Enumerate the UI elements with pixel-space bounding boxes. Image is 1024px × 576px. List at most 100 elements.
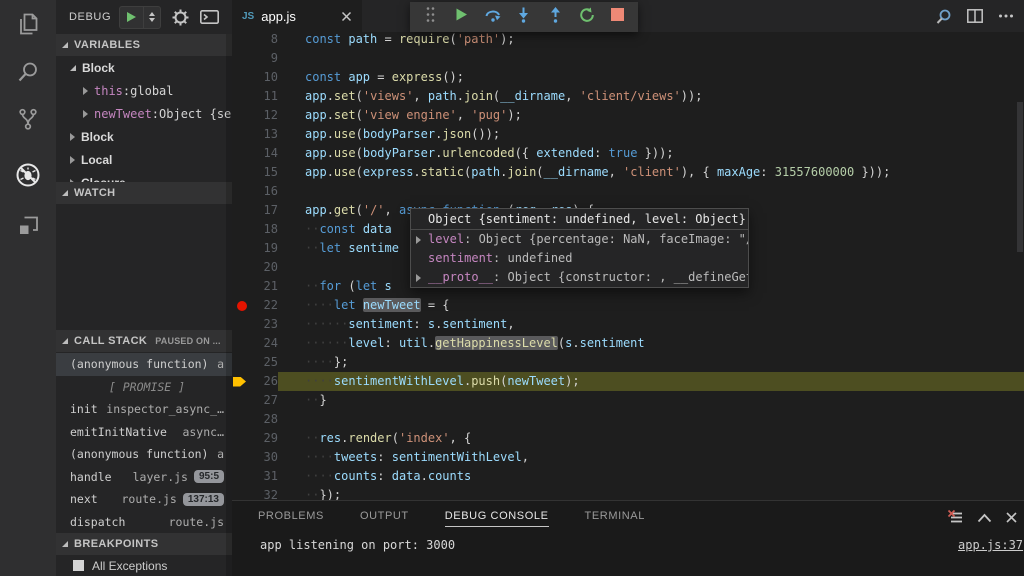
scope-row[interactable]: Block — [56, 56, 232, 79]
editor[interactable]: 8const path = require('path');910const a… — [232, 32, 1024, 500]
breakpoint-gutter[interactable] — [232, 163, 248, 182]
breakpoint-gutter[interactable] — [232, 106, 248, 125]
clear-console-icon[interactable] — [947, 509, 964, 526]
code-text[interactable]: ······sentiment: s.sentiment, — [278, 315, 1024, 334]
line-number[interactable]: 26 — [248, 372, 278, 391]
maximize-panel-icon[interactable] — [977, 513, 992, 523]
launch-config-picker[interactable] — [119, 6, 161, 29]
breakpoints-section-header[interactable]: BREAKPOINTS — [56, 533, 232, 555]
code-text[interactable]: ··}); — [278, 486, 1024, 500]
line-number[interactable]: 20 — [248, 258, 278, 277]
console-source-link[interactable]: app.js:37 — [958, 538, 1023, 552]
activity-debug[interactable] — [0, 152, 56, 198]
breakpoint-gutter[interactable] — [232, 258, 248, 277]
toolbar-drag-handle[interactable] — [420, 5, 440, 29]
scope-row[interactable]: Local — [56, 148, 232, 171]
line-number[interactable]: 27 — [248, 391, 278, 410]
line-number[interactable]: 24 — [248, 334, 278, 353]
code-text[interactable]: app.set('view engine', 'pug'); — [278, 106, 1024, 125]
editor-search-icon[interactable] — [935, 8, 952, 25]
breakpoint-gutter[interactable] — [232, 49, 248, 68]
line-number[interactable]: 30 — [248, 448, 278, 467]
breakpoint-gutter[interactable] — [232, 277, 248, 296]
step-over-button[interactable] — [483, 5, 503, 29]
line-number[interactable]: 14 — [248, 144, 278, 163]
line-number[interactable]: 9 — [248, 49, 278, 68]
step-out-button[interactable] — [545, 5, 565, 29]
breakpoint-gutter[interactable] — [232, 410, 248, 429]
line-number[interactable]: 29 — [248, 429, 278, 448]
code-text[interactable]: ····tweets: sentimentWithLevel, — [278, 448, 1024, 467]
step-into-button[interactable] — [514, 5, 534, 29]
call-stack-section-header[interactable]: CALL STACK PAUSED ON ... — [56, 330, 232, 352]
breakpoint-gutter[interactable] — [232, 448, 248, 467]
line-number[interactable]: 8 — [248, 32, 278, 49]
panel-tab-output[interactable]: OUTPUT — [360, 510, 409, 527]
editor-scrollbar[interactable] — [1017, 102, 1023, 252]
call-stack-frame[interactable]: handlelayer.js95:5 — [56, 466, 232, 489]
breakpoint-gutter[interactable] — [232, 201, 248, 220]
breakpoint-gutter[interactable] — [232, 486, 248, 500]
panel-tab-problems[interactable]: PROBLEMS — [258, 510, 324, 527]
breakpoint-gutter[interactable] — [232, 372, 248, 391]
breakpoint-gutter[interactable] — [232, 125, 248, 144]
breakpoint-gutter[interactable] — [232, 429, 248, 448]
line-number[interactable]: 18 — [248, 220, 278, 239]
more-actions-icon[interactable] — [998, 8, 1014, 24]
activity-extensions[interactable] — [0, 202, 56, 248]
all-exceptions-checkbox[interactable] — [73, 560, 84, 571]
code-text[interactable]: ····sentimentWithLevel.push(newTweet); — [278, 372, 1024, 391]
line-number[interactable]: 16 — [248, 182, 278, 201]
activity-source-control[interactable] — [0, 96, 56, 142]
breakpoint-gutter[interactable] — [232, 334, 248, 353]
line-number[interactable]: 25 — [248, 353, 278, 372]
code-text[interactable] — [278, 49, 1024, 68]
sidebar-scrollbar[interactable] — [226, 34, 232, 576]
line-number[interactable]: 22 — [248, 296, 278, 315]
breakpoint-gutter[interactable] — [232, 220, 248, 239]
code-text[interactable]: ····let newTweet = { — [278, 296, 1024, 315]
breakpoint-gutter[interactable] — [232, 353, 248, 372]
panel-tab-terminal[interactable]: TERMINAL — [585, 510, 645, 527]
breakpoint-gutter[interactable] — [232, 144, 248, 163]
call-stack-frame[interactable]: nextroute.js137:13 — [56, 488, 232, 511]
line-number[interactable]: 21 — [248, 277, 278, 296]
code-text[interactable] — [278, 182, 1024, 201]
code-text[interactable]: const path = require('path'); — [278, 32, 1024, 49]
code-text[interactable]: ····counts: data.counts — [278, 467, 1024, 486]
config-dropdown-icon[interactable] — [144, 12, 160, 22]
call-stack-frame[interactable]: initinspector_async_… — [56, 398, 232, 421]
restart-button[interactable] — [577, 5, 597, 29]
split-editor-icon[interactable] — [967, 9, 983, 23]
line-number[interactable]: 31 — [248, 467, 278, 486]
code-text[interactable]: ··} — [278, 391, 1024, 410]
call-stack-frame[interactable]: (anonymous function)a — [56, 443, 232, 466]
call-stack-frame[interactable]: emitInitNativeasync… — [56, 421, 232, 444]
continue-button[interactable] — [451, 5, 471, 29]
line-number[interactable]: 32 — [248, 486, 278, 500]
variable-row[interactable]: this: global — [56, 79, 232, 102]
breakpoint-gutter[interactable] — [232, 296, 248, 315]
tooltip-property-row[interactable]: __proto__: Object {constructor: , __defi… — [411, 268, 748, 287]
breakpoint-gutter[interactable] — [232, 32, 248, 49]
variable-row[interactable]: newTweet: Object {sent… — [56, 102, 232, 125]
line-number[interactable]: 23 — [248, 315, 278, 334]
call-stack-frame[interactable]: dispatchroute.js — [56, 511, 232, 534]
tooltip-property-row[interactable]: level: Object {percentage: NaN, faceImag… — [411, 230, 748, 249]
breakpoint-gutter[interactable] — [232, 182, 248, 201]
scope-row[interactable]: Closure — [56, 171, 232, 182]
call-stack-frame[interactable]: [ PROMISE ] — [56, 376, 232, 399]
close-panel-icon[interactable] — [1005, 511, 1018, 524]
code-text[interactable]: app.use(express.static(path.join(__dirna… — [278, 163, 1024, 182]
breakpoint-gutter[interactable] — [232, 391, 248, 410]
line-number[interactable]: 13 — [248, 125, 278, 144]
code-text[interactable]: const app = express(); — [278, 68, 1024, 87]
code-text[interactable]: app.set('views', path.join(__dirname, 'c… — [278, 87, 1024, 106]
code-text[interactable]: ····}; — [278, 353, 1024, 372]
line-number[interactable]: 10 — [248, 68, 278, 87]
close-tab-icon[interactable] — [341, 11, 352, 22]
breakpoint-gutter[interactable] — [232, 239, 248, 258]
line-number[interactable]: 15 — [248, 163, 278, 182]
code-text[interactable]: ······level: util.getHappinessLevel(s.se… — [278, 334, 1024, 353]
code-text[interactable]: app.use(bodyParser.urlencoded({ extended… — [278, 144, 1024, 163]
